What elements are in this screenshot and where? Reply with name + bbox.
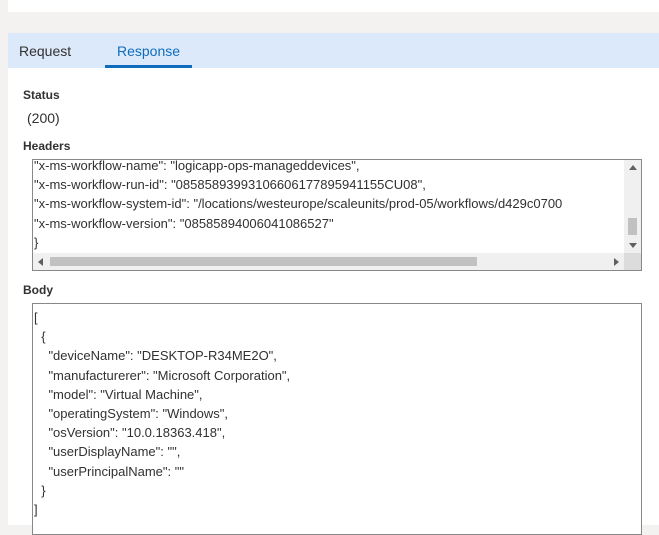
chevron-left-icon[interactable] <box>38 258 43 266</box>
body-textbox[interactable]: [ { "deviceName": "DESKTOP-R34ME2O", "ma… <box>32 303 642 535</box>
headers-hscroll-thumb[interactable] <box>50 257 477 266</box>
chevron-up-icon[interactable] <box>629 165 637 170</box>
tab-response[interactable]: Response <box>105 33 193 68</box>
headers-label: Headers <box>23 139 71 153</box>
scrollbar-corner <box>624 253 641 270</box>
tab-request[interactable]: Request <box>19 33 71 68</box>
status-value: (200) <box>27 110 60 126</box>
body-label: Body <box>23 283 53 297</box>
tab-bar: Request Response <box>8 33 659 68</box>
tab-response-label: Response <box>117 43 181 59</box>
status-label: Status <box>23 88 60 102</box>
chevron-down-icon[interactable] <box>629 243 637 248</box>
body-code: [ { "deviceName": "DESKTOP-R34ME2O", "ma… <box>34 310 291 518</box>
tab-request-label: Request <box>19 43 72 59</box>
headers-textbox[interactable]: "x-ms-workflow-name": "logicapp-ops-mana… <box>32 159 642 271</box>
headers-code: "x-ms-workflow-name": "logicapp-ops-mana… <box>34 159 563 250</box>
headers-vscroll-thumb[interactable] <box>628 218 637 235</box>
headers-vertical-scrollbar[interactable] <box>624 160 641 253</box>
headers-horizontal-scrollbar[interactable] <box>33 253 624 270</box>
top-panel <box>8 0 659 12</box>
chevron-right-icon[interactable] <box>614 258 619 266</box>
